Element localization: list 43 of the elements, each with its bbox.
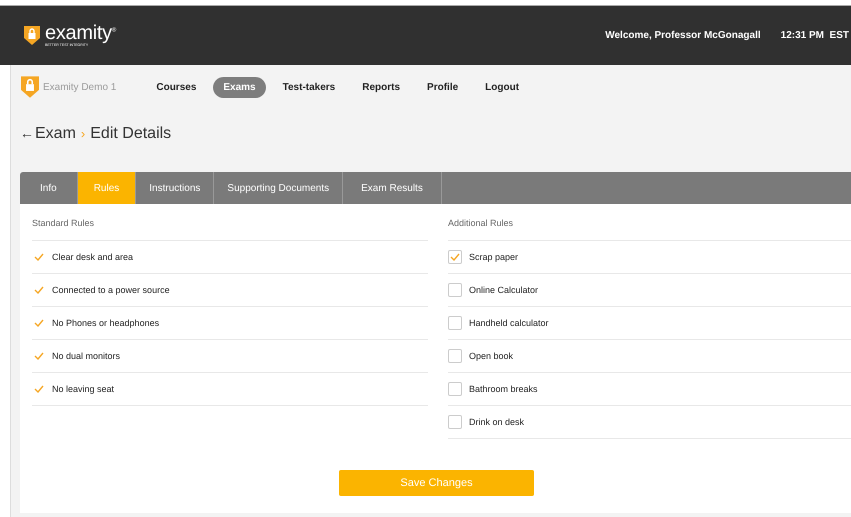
rule-label: Clear desk and area	[52, 252, 134, 262]
checkbox[interactable]	[448, 415, 462, 429]
rule-label: No Phones or headphones	[52, 318, 160, 328]
rule-label: Connected to a power source	[52, 285, 170, 295]
nav-link[interactable]: Exams	[213, 76, 266, 98]
breadcrumb-link[interactable]: Exam	[35, 125, 76, 143]
nav-link[interactable]: Profile	[417, 76, 468, 98]
rule-label: No dual monitors	[52, 351, 120, 361]
organization-name: Examity Demo 1	[43, 82, 116, 92]
rule-label: Handheld calculator	[469, 318, 549, 328]
section-title: Standard Rules	[32, 204, 428, 241]
checkbox[interactable]	[448, 382, 462, 396]
shield-lock-icon	[21, 76, 39, 98]
nav-link[interactable]: Reports	[352, 76, 410, 98]
checkmark-icon	[34, 352, 44, 360]
rule-label: Online Calculator	[469, 285, 538, 295]
breadcrumb-separator: ›	[80, 126, 86, 141]
rule-label: Open book	[469, 351, 514, 361]
rule-label: Scrap paper	[469, 252, 518, 262]
checkbox[interactable]	[448, 250, 462, 264]
welcome-text: Welcome, Professor McGonagall	[605, 30, 761, 41]
shield-lock-icon	[24, 26, 40, 45]
checkbox[interactable]	[448, 316, 462, 330]
section-title: Additional Rules	[448, 204, 851, 241]
rule-label: No leaving seat	[52, 384, 114, 394]
logo-wordmark: examity$^{®}$	[45, 23, 116, 44]
nav-link[interactable]: Courses	[146, 76, 206, 98]
checkmark-icon	[34, 385, 44, 393]
page-title: Edit Details	[90, 125, 172, 143]
tab[interactable]: Supporting Documents	[214, 172, 344, 204]
rule-label: Bathroom breaks	[469, 384, 538, 394]
nav-link[interactable]: Test-takers	[272, 76, 346, 98]
checkmark-icon	[34, 319, 44, 327]
checkbox[interactable]	[448, 283, 462, 297]
back-arrow-link[interactable]: ←	[20, 125, 34, 141]
rule-label: Drink on desk	[469, 417, 524, 427]
tab[interactable]: Exam Results	[343, 172, 442, 204]
checkbox[interactable]	[448, 349, 462, 363]
tab[interactable]: Instructions	[136, 172, 214, 204]
checkmark-icon	[34, 253, 44, 261]
checkmark-icon	[34, 286, 44, 294]
nav-link[interactable]: Logout	[475, 76, 530, 98]
clock-time: 12:31 PM EST	[780, 30, 849, 41]
